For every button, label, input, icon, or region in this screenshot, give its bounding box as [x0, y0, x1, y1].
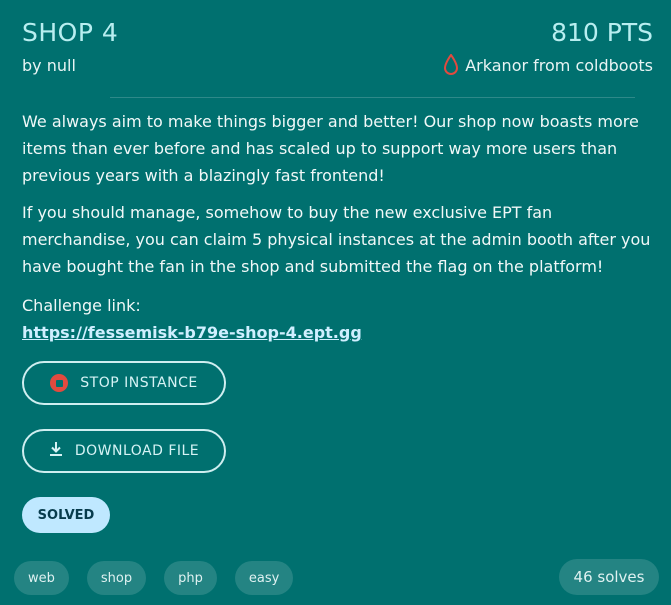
tag-easy[interactable]: easy	[234, 561, 294, 595]
tag-php[interactable]: php	[164, 561, 217, 595]
first-blood: Arkanor from coldboots	[443, 54, 653, 76]
challenge-header: SHOP 4 810 PTS by null Arkanor from cold…	[22, 14, 653, 84]
description-paragraph: If you should manage, somehow to buy the…	[22, 203, 651, 276]
stop-icon	[50, 374, 69, 392]
divider	[110, 97, 635, 98]
stop-instance-button[interactable]: STOP INSTANCE	[22, 361, 226, 405]
stop-instance-label: STOP INSTANCE	[80, 375, 198, 391]
challenge-link[interactable]: https://fessemisk-b79e-shop-4.ept.gg	[22, 323, 362, 342]
challenge-description: We always aim to make things bigger and …	[22, 108, 651, 290]
download-file-label: DOWNLOAD FILE	[74, 443, 200, 459]
challenge-link-label: Challenge link:	[22, 296, 141, 315]
download-icon	[49, 441, 63, 461]
tag-list: web shop php easy	[14, 561, 294, 595]
first-blood-name: Arkanor from coldboots	[465, 55, 653, 75]
challenge-author: by null	[22, 56, 76, 75]
download-file-button[interactable]: DOWNLOAD FILE	[22, 429, 226, 473]
tag-shop[interactable]: shop	[86, 561, 147, 595]
challenge-title: SHOP 4	[22, 18, 119, 47]
solves-count[interactable]: 46 solves	[559, 559, 659, 595]
challenge-points: 810 PTS	[551, 18, 653, 47]
tag-web[interactable]: web	[14, 561, 69, 595]
solved-badge: SOLVED	[22, 497, 110, 533]
challenge-card: SHOP 4 810 PTS by null Arkanor from cold…	[0, 0, 671, 605]
description-paragraph: We always aim to make things bigger and …	[22, 112, 639, 185]
blood-drop-icon	[443, 54, 459, 76]
